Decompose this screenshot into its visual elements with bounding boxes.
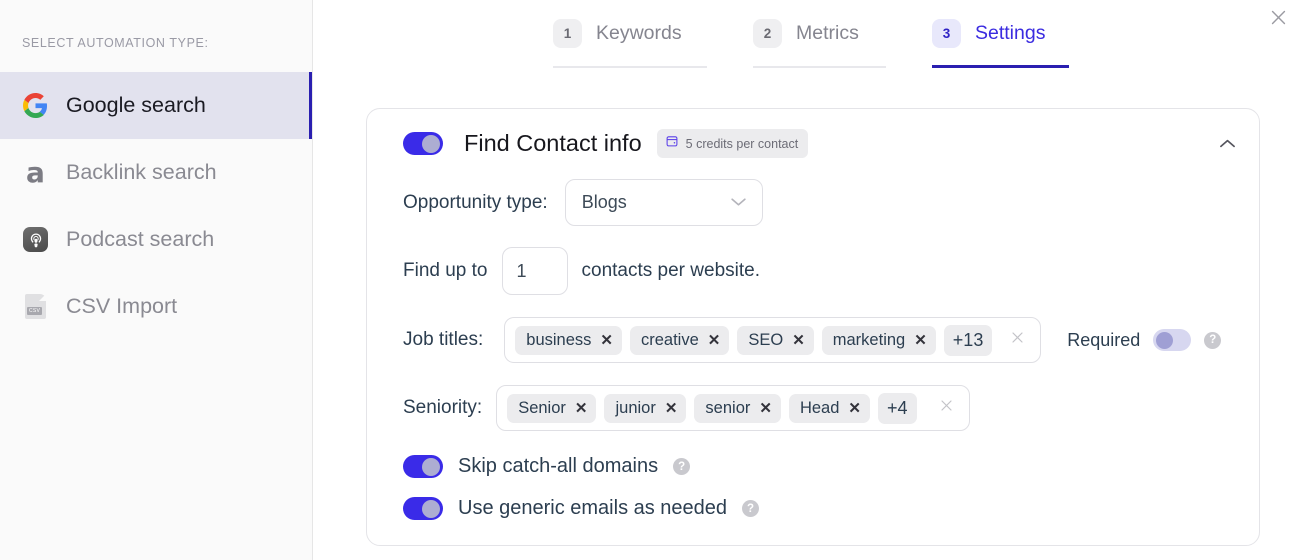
tab-label: Settings: [975, 22, 1046, 44]
seniority-chip[interactable]: junior ✕: [604, 393, 687, 423]
google-icon: [22, 92, 49, 119]
tab-label: Metrics: [796, 22, 859, 44]
tab-settings[interactable]: 3 Settings: [932, 19, 1069, 68]
chip-label: senior: [705, 398, 751, 417]
find-contact-info-toggle[interactable]: [403, 132, 443, 155]
job-titles-clear-icon[interactable]: [1003, 330, 1032, 350]
use-generic-emails-row: Use generic emails as needed ?: [367, 497, 1259, 520]
card-header: Find Contact info 5 credits per contact: [367, 109, 1259, 158]
opportunity-type-value: Blogs: [581, 192, 627, 212]
seniority-label: Seniority:: [403, 397, 483, 418]
help-icon[interactable]: ?: [673, 458, 691, 475]
credits-badge-label: 5 credits per contact: [685, 136, 799, 151]
tab-number: 3: [932, 19, 961, 48]
use-generic-emails-toggle[interactable]: [403, 497, 443, 520]
job-titles-tag-input[interactable]: business ✕ creative ✕ SEO ✕ marketing ✕: [504, 317, 1042, 363]
podcast-icon: [22, 226, 49, 253]
skip-catch-all-domains-row: Skip catch-all domains ?: [367, 455, 1259, 478]
job-title-chip[interactable]: business ✕: [515, 325, 622, 355]
seniority-chip[interactable]: Senior ✕: [507, 393, 597, 423]
find-up-to-label: Find up to: [403, 260, 488, 281]
chip-remove-icon[interactable]: ✕: [665, 401, 678, 416]
chip-remove-icon[interactable]: ✕: [848, 401, 861, 416]
chip-label: Head: [799, 398, 840, 417]
automation-type-list: Google search a Backlink search Podcast …: [0, 72, 312, 340]
seniority-chip[interactable]: senior ✕: [694, 393, 781, 423]
chip-label: junior: [615, 398, 656, 417]
skip-catch-all-domains-label: Skip catch-all domains: [458, 455, 659, 477]
sidebar-item-label: Backlink search: [66, 160, 217, 184]
sidebar-item-label: CSV Import: [66, 294, 178, 318]
job-titles-label: Job titles:: [403, 329, 484, 350]
tab-number: 1: [553, 19, 582, 48]
toggle-knob: [422, 134, 440, 153]
wallet-icon: [665, 134, 679, 153]
toggle-knob: [422, 457, 440, 476]
automation-settings-screen: SELECT AUTOMATION TYPE: Google search a: [0, 0, 1307, 560]
opportunity-type-row: Opportunity type: Blogs: [367, 179, 1259, 226]
tab-underline: [553, 66, 707, 68]
card-title: Find Contact info: [464, 130, 642, 156]
job-title-chip[interactable]: creative ✕: [629, 325, 730, 355]
chip-remove-icon[interactable]: ✕: [759, 401, 772, 416]
seniority-tag-input[interactable]: Senior ✕ junior ✕ senior ✕ Head ✕ +4: [496, 385, 971, 431]
csv-file-icon-label: CSV: [27, 307, 43, 315]
tab-underline: [753, 66, 886, 68]
seniority-overflow-chip[interactable]: +4: [877, 392, 917, 424]
use-generic-emails-label: Use generic emails as needed: [458, 497, 728, 519]
contacts-per-website-row: Find up to contacts per website.: [367, 247, 1259, 295]
step-tabs: 1 Keywords 2 Metrics 3 Settings: [553, 19, 1069, 68]
skip-catch-all-domains-toggle[interactable]: [403, 455, 443, 478]
chip-label: creative: [640, 330, 699, 349]
seniority-row: Seniority: Senior ✕ junior ✕ senior ✕ He…: [367, 385, 1259, 431]
tab-label: Keywords: [596, 22, 682, 44]
chip-label: SEO: [748, 330, 784, 349]
main-panel: 1 Keywords 2 Metrics 3 Settings Find Con…: [313, 0, 1307, 560]
job-titles-overflow-chip[interactable]: +13: [943, 324, 993, 356]
find-contact-info-card: Find Contact info 5 credits per contact …: [366, 108, 1260, 546]
opportunity-type-select[interactable]: Blogs: [564, 179, 763, 226]
contacts-per-website-input[interactable]: [501, 247, 568, 295]
chip-label: Senior: [518, 398, 566, 417]
sidebar-item-google-search[interactable]: Google search: [0, 72, 312, 139]
chip-label: business: [526, 330, 592, 349]
chip-label: marketing: [832, 330, 906, 349]
csv-file-icon: CSV: [22, 293, 49, 320]
sidebar-item-podcast-search[interactable]: Podcast search: [0, 206, 312, 273]
close-icon[interactable]: [1265, 4, 1291, 30]
seniority-clear-icon[interactable]: [932, 398, 961, 418]
seniority-chip[interactable]: Head ✕: [788, 393, 870, 423]
tab-metrics[interactable]: 2 Metrics: [753, 19, 886, 68]
required-label: Required: [1067, 329, 1141, 350]
sidebar-heading: SELECT AUTOMATION TYPE:: [22, 36, 209, 50]
chip-remove-icon[interactable]: ✕: [708, 333, 721, 348]
chevron-down-icon: [730, 194, 747, 212]
required-toggle[interactable]: [1153, 329, 1192, 351]
automation-type-sidebar: SELECT AUTOMATION TYPE: Google search a: [0, 0, 313, 560]
help-icon[interactable]: ?: [1204, 331, 1222, 349]
toggle-knob: [1156, 331, 1174, 349]
toggle-knob: [422, 499, 440, 518]
help-icon[interactable]: ?: [742, 500, 760, 517]
chip-remove-icon[interactable]: ✕: [792, 333, 805, 348]
tab-underline: [932, 65, 1069, 68]
sidebar-item-backlink-search[interactable]: a Backlink search: [0, 139, 312, 206]
contacts-per-website-suffix: contacts per website.: [581, 260, 760, 281]
sidebar-item-label: Google search: [66, 93, 206, 117]
sidebar-item-label: Podcast search: [66, 227, 215, 251]
job-titles-required-group: Required ?: [1067, 329, 1222, 351]
credits-badge: 5 credits per contact: [656, 129, 809, 158]
job-titles-row: Job titles: business ✕ creative ✕ SEO ✕: [367, 317, 1259, 363]
chip-remove-icon[interactable]: ✕: [914, 333, 927, 348]
tab-number: 2: [753, 19, 782, 48]
sidebar-item-csv-import[interactable]: CSV CSV Import: [0, 273, 312, 340]
chevron-up-icon[interactable]: [1215, 131, 1239, 155]
opportunity-type-label: Opportunity type:: [403, 191, 548, 213]
tab-keywords[interactable]: 1 Keywords: [553, 19, 707, 68]
chip-remove-icon[interactable]: ✕: [575, 401, 588, 416]
chip-remove-icon[interactable]: ✕: [600, 333, 613, 348]
job-title-chip[interactable]: SEO ✕: [737, 325, 814, 355]
ahrefs-icon: a: [26, 155, 45, 189]
job-title-chip[interactable]: marketing ✕: [821, 325, 936, 355]
